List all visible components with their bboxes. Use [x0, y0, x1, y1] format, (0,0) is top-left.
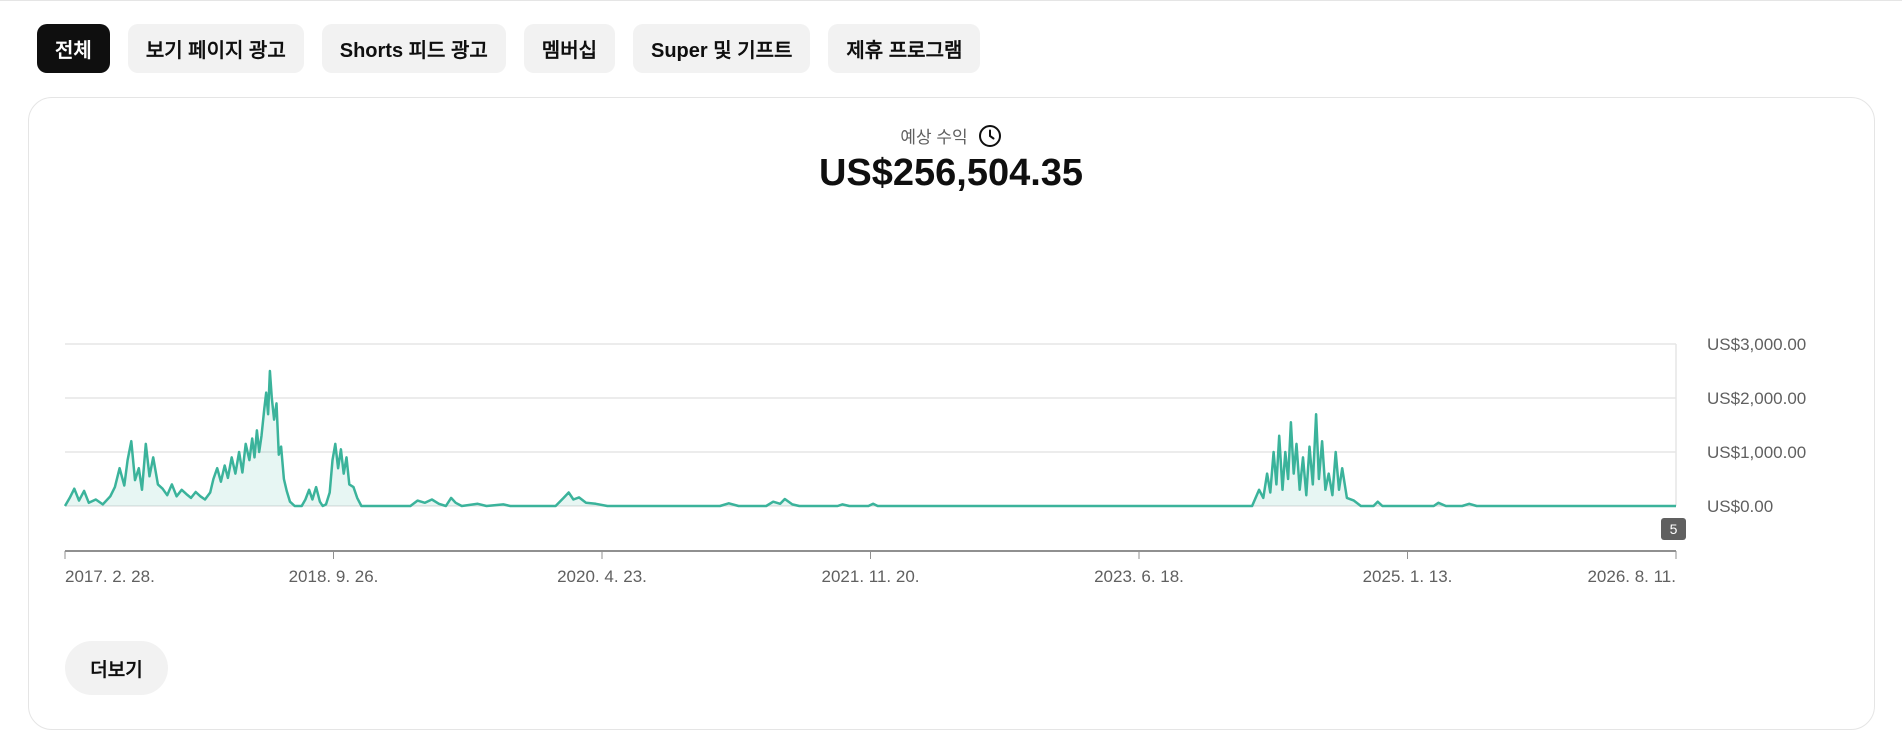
chip-memberships[interactable]: 멤버십: [523, 24, 615, 73]
clock-icon[interactable]: [978, 124, 1002, 148]
metric-value: US$256,504.35: [818, 152, 1084, 194]
chip-super-gifts[interactable]: Super 및 기프트: [633, 24, 811, 73]
chip-all[interactable]: 전체: [37, 24, 110, 73]
metric-header: 예상 수익: [0, 123, 1902, 148]
chip-shorts-feed-ads[interactable]: Shorts 피드 광고: [321, 24, 506, 73]
chip-affiliate[interactable]: 제휴 프로그램: [828, 24, 981, 73]
chip-watch-page-ads[interactable]: 보기 페이지 광고: [127, 24, 304, 73]
marker-badge[interactable]: [1661, 518, 1686, 540]
more-button[interactable]: 더보기: [65, 641, 168, 695]
filter-chips: 전체 보기 페이지 광고 Shorts 피드 광고 멤버십 Super 및 기프…: [37, 24, 981, 73]
metric-label: 예상 수익: [900, 128, 968, 147]
top-divider: [0, 0, 1902, 1]
